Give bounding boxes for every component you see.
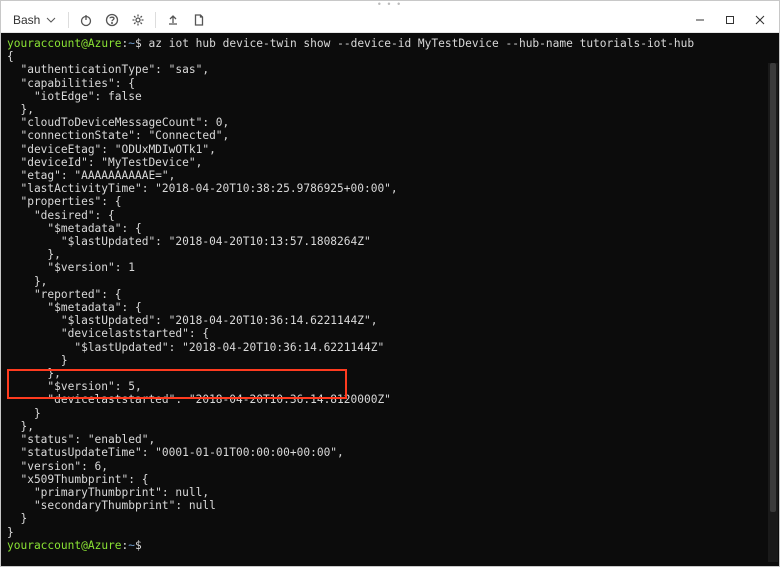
out-line: "$metadata": { [7,301,142,314]
out-line: } [7,512,27,525]
close-button[interactable] [745,9,775,31]
cloud-shell-window: • • • Bash [0,0,780,567]
out-line: "devicelaststarted": "2018-04-20T10:36:1… [7,393,391,406]
prompt-host: Azure [88,539,122,552]
out-line: { [7,50,14,63]
out-line: } [7,354,68,367]
prompt-sigil: $ [135,539,142,552]
divider [68,12,69,28]
out-line: "connectionState": "Connected", [7,129,229,142]
power-icon [79,13,93,27]
prompt-at: @ [81,37,88,50]
out-line: "devicelaststarted": { [7,327,209,340]
upload-button[interactable] [160,9,186,31]
out-line: "lastActivityTime": "2018-04-20T10:38:25… [7,182,398,195]
maximize-button[interactable] [715,9,745,31]
out-line: "iotEdge": false [7,90,142,103]
out-line: "statusUpdateTime": "0001-01-01T00:00:00… [7,446,344,459]
out-line: "$lastUpdated": "2018-04-20T10:36:14.622… [7,314,377,327]
out-line: "properties": { [7,195,122,208]
out-line: "secondaryThumbprint": null [7,499,216,512]
terminal-output: youraccount@Azure:~$ az iot hub device-t… [7,37,773,552]
out-line: "status": "enabled", [7,433,155,446]
prompt-user: youraccount [7,37,81,50]
out-line: "deviceEtag": "ODUxMDIwOTk1", [7,143,216,156]
out-line: } [7,407,41,420]
help-button[interactable] [99,9,125,31]
minimize-icon [695,15,705,25]
out-line: "primaryThumbprint": null, [7,486,209,499]
out-line: "capabilities": { [7,77,135,90]
scrollbar-vertical[interactable] [768,63,778,562]
terminal[interactable]: youraccount@Azure:~$ az iot hub device-t… [1,33,779,566]
shell-selector[interactable]: Bash [5,11,64,29]
out-line: "$version": 5, [7,380,142,393]
upload-icon [166,13,180,27]
out-line: "$lastUpdated": "2018-04-20T10:13:57.180… [7,235,371,248]
out-line: "cloudToDeviceMessageCount": 0, [7,116,229,129]
prompt-host: Azure [88,37,122,50]
prompt-at: @ [81,539,88,552]
out-line: }, [7,275,47,288]
out-line: "etag": "AAAAAAAAAAE=", [7,169,175,182]
out-line: "$metadata": { [7,222,142,235]
out-line: "$lastUpdated": "2018-04-20T10:36:14.622… [7,341,384,354]
titlebar: Bash [1,7,779,33]
restart-button[interactable] [73,9,99,31]
settings-button[interactable] [125,9,151,31]
out-line: }, [7,367,61,380]
close-icon [755,15,765,25]
prompt-sigil: $ [135,37,142,50]
divider [155,12,156,28]
prompt-user: youraccount [7,539,81,552]
out-line: }, [7,248,61,261]
minimize-button[interactable] [685,9,715,31]
out-line: "reported": { [7,288,122,301]
window-controls [685,9,775,31]
new-file-icon [192,13,206,27]
out-line: "x509Thumbprint": { [7,473,148,486]
out-line: "deviceId": "MyTestDevice", [7,156,202,169]
out-line: "$version": 1 [7,261,135,274]
shell-label: Bash [13,13,40,27]
maximize-icon [725,15,735,25]
new-file-button[interactable] [186,9,212,31]
out-line: "desired": { [7,209,115,222]
out-line: "version": 6, [7,460,108,473]
out-line: "authenticationType": "sas", [7,63,209,76]
gear-icon [131,13,145,27]
help-icon [105,13,119,27]
out-line: }, [7,420,34,433]
scrollbar-thumb[interactable] [770,63,776,512]
out-line: }, [7,103,34,116]
command-text: az iot hub device-twin show --device-id … [142,37,694,50]
chevron-down-icon [46,15,56,25]
out-line: } [7,526,14,539]
